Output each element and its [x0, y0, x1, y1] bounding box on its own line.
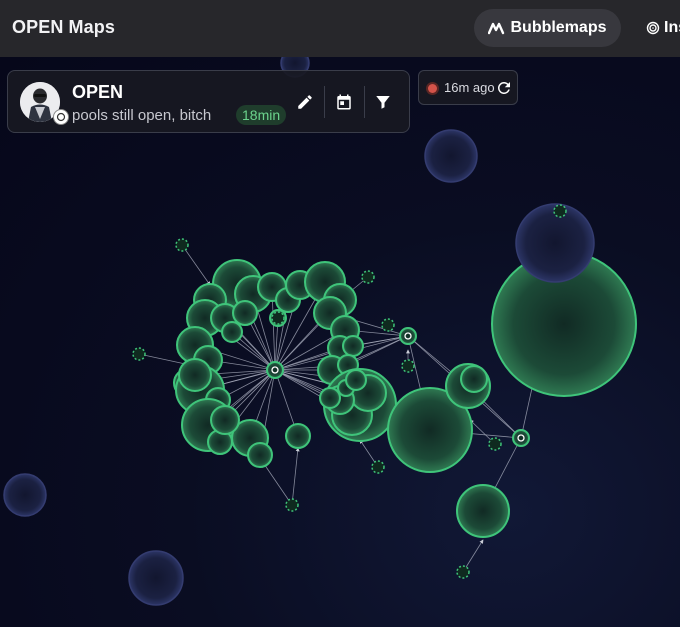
- contract-bubble[interactable]: [3, 473, 47, 517]
- transfer-link: [291, 447, 300, 506]
- wallet-bubble[interactable]: [210, 405, 240, 435]
- app-title: OPEN Maps: [12, 17, 115, 37]
- hub-bubble[interactable]: [266, 361, 284, 379]
- filter-icon: [376, 96, 390, 109]
- token-description: pools still open, bitch: [72, 107, 212, 124]
- nav-insights-label: Ins: [664, 19, 680, 36]
- small-wallet-bubble[interactable]: [285, 498, 299, 512]
- token-age-badge: 18min: [236, 105, 287, 125]
- wallet-bubble[interactable]: [319, 387, 341, 409]
- nav-insights-button[interactable]: Ins: [646, 19, 680, 37]
- small-wallet-bubble[interactable]: [271, 311, 285, 325]
- hub-bubble[interactable]: [512, 429, 530, 447]
- wallet-bubble[interactable]: [456, 484, 510, 538]
- token-chain-badge: [53, 109, 69, 125]
- small-wallet-bubble[interactable]: [371, 460, 385, 474]
- contract-bubble[interactable]: [515, 203, 595, 283]
- wallet-bubble[interactable]: [345, 369, 367, 391]
- calendar-icon: [337, 94, 351, 110]
- small-wallet-bubble[interactable]: [488, 437, 502, 451]
- token-name: OPEN: [72, 82, 124, 102]
- bubble-map[interactable]: [0, 57, 680, 627]
- refresh-card: 16m ago: [418, 70, 518, 105]
- contract-bubble[interactable]: [128, 550, 184, 606]
- small-wallet-bubble[interactable]: [175, 238, 189, 252]
- small-wallet-bubble[interactable]: [553, 204, 567, 218]
- wallet-bubble[interactable]: [460, 365, 488, 393]
- small-wallet-bubble[interactable]: [361, 270, 375, 284]
- small-wallet-bubble[interactable]: [132, 347, 146, 361]
- wallet-bubble[interactable]: [221, 321, 243, 343]
- bubblemaps-logo-icon: [488, 22, 505, 35]
- small-wallet-bubble[interactable]: [456, 565, 470, 579]
- pencil-icon: [298, 95, 312, 109]
- edit-button[interactable]: [293, 90, 317, 114]
- wallet-bubbles[interactable]: [3, 57, 637, 606]
- contract-bubble[interactable]: [424, 129, 478, 183]
- small-wallet-bubble[interactable]: [381, 318, 395, 332]
- refresh-icon[interactable]: [495, 79, 513, 97]
- top-bar: OPEN Maps Bubblemaps Ins: [0, 0, 680, 57]
- wallet-bubble[interactable]: [285, 423, 311, 449]
- wallet-bubble[interactable]: [342, 335, 364, 357]
- small-wallet-bubble[interactable]: [401, 359, 415, 373]
- nav-bubblemaps-button[interactable]: Bubblemaps: [474, 9, 621, 47]
- card-divider: [324, 86, 325, 118]
- last-updated-text: 16m ago: [444, 80, 495, 95]
- transfer-link: [181, 244, 211, 286]
- hub-bubble[interactable]: [399, 327, 417, 345]
- wallet-bubble[interactable]: [178, 358, 212, 392]
- fingerprint-icon: [646, 21, 660, 35]
- card-divider: [364, 86, 365, 118]
- calendar-button[interactable]: [332, 90, 356, 114]
- wallet-bubble[interactable]: [232, 300, 258, 326]
- live-status-dot: [428, 84, 437, 93]
- nav-bubblemaps-label: Bubblemaps: [510, 19, 607, 36]
- token-card: OPEN pools still open, bitch 18min: [7, 70, 410, 133]
- filter-button[interactable]: [371, 90, 395, 114]
- bubble-map-canvas[interactable]: [0, 57, 680, 627]
- wallet-bubble[interactable]: [247, 442, 273, 468]
